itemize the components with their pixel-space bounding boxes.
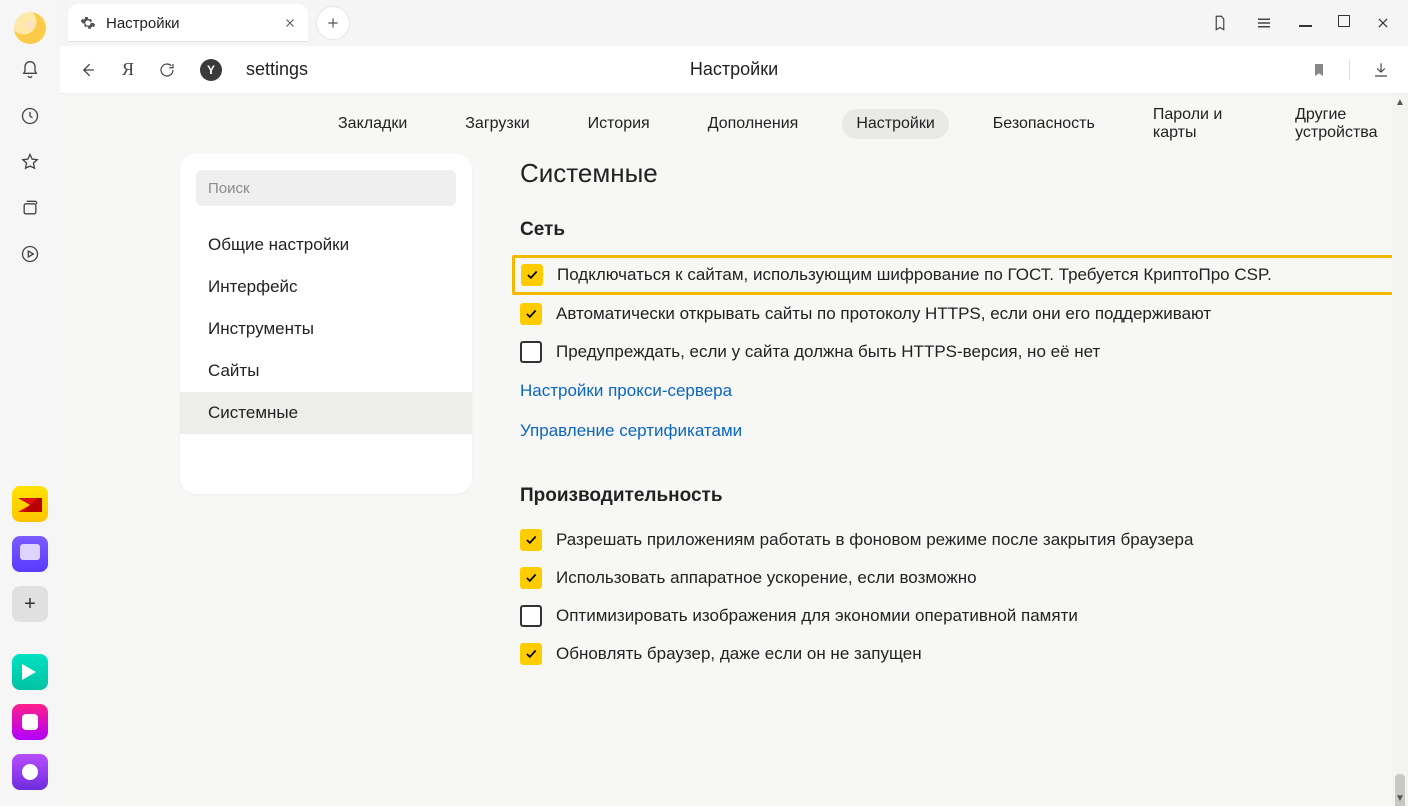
subnav-item[interactable]: Дополнения xyxy=(694,109,813,139)
link-row: Настройки прокси-сервера xyxy=(512,371,1408,411)
window-minimize-button[interactable] xyxy=(1299,14,1312,32)
browser-tab[interactable]: Настройки xyxy=(68,4,308,42)
checkbox[interactable] xyxy=(521,264,543,286)
settings-heading: Системные xyxy=(520,158,1408,189)
bookmark-flag-icon[interactable] xyxy=(1311,61,1327,79)
option-label: Обновлять браузер, даже если он не запущ… xyxy=(556,644,922,664)
link-row: Управление сертификатами xyxy=(512,411,1408,451)
settings-body: Системные Сеть Подключаться к сайтам, исп… xyxy=(512,154,1408,673)
checkbox[interactable] xyxy=(520,605,542,627)
add-app-tile[interactable]: + xyxy=(12,586,48,622)
collections-icon[interactable] xyxy=(10,188,50,228)
subnav-item[interactable]: Другие устройства xyxy=(1281,100,1408,148)
settings-nav-item[interactable]: Инструменты xyxy=(180,308,472,350)
page-title: Настройки xyxy=(690,59,778,80)
settings-nav-item[interactable]: Сайты xyxy=(180,350,472,392)
window-close-button[interactable] xyxy=(1376,16,1390,30)
option-label: Оптимизировать изображения для экономии … xyxy=(556,606,1078,626)
subnav-item[interactable]: Настройки xyxy=(842,109,948,139)
option-row[interactable]: Подключаться к сайтам, использующим шифр… xyxy=(512,255,1408,295)
music-app-tile[interactable] xyxy=(12,654,48,690)
option-label: Предупреждать, если у сайта должна быть … xyxy=(556,342,1100,362)
option-row[interactable]: Разрешать приложениям работать в фоновом… xyxy=(512,521,1408,559)
option-label: Разрешать приложениям работать в фоновом… xyxy=(556,530,1193,550)
subnav-item[interactable]: Пароли и карты xyxy=(1139,100,1251,148)
option-label: Использовать аппаратное ускорение, если … xyxy=(556,568,977,588)
option-label: Подключаться к сайтам, использующим шифр… xyxy=(557,265,1272,285)
subnav-item[interactable]: Закладки xyxy=(324,109,421,139)
bell-icon[interactable] xyxy=(10,50,50,90)
app-sidebar: + xyxy=(0,0,60,806)
subnav-item[interactable]: Загрузки xyxy=(451,109,543,139)
new-tab-button[interactable] xyxy=(316,6,350,40)
subnav-item[interactable]: Безопасность xyxy=(979,109,1109,139)
subnav-item[interactable]: История xyxy=(574,109,664,139)
divider xyxy=(1349,60,1350,80)
close-tab-icon[interactable] xyxy=(284,17,296,29)
settings-link[interactable]: Управление сертификатами xyxy=(520,421,742,440)
settings-nav-item[interactable]: Интерфейс xyxy=(180,266,472,308)
scroll-up-icon[interactable]: ▲ xyxy=(1392,94,1408,110)
checkbox[interactable] xyxy=(520,643,542,665)
settings-link[interactable]: Настройки прокси-сервера xyxy=(520,381,732,400)
tab-strip: Настройки xyxy=(60,0,1408,46)
address-bar: Я Y settings Настройки xyxy=(60,46,1408,94)
scrollbar[interactable]: ▲ ▼ xyxy=(1392,94,1408,806)
yandex-home-icon[interactable]: Я xyxy=(122,59,134,80)
bookmarks-bar-icon[interactable] xyxy=(1211,14,1229,32)
section-heading: Производительность xyxy=(520,485,1408,507)
option-row[interactable]: Обновлять браузер, даже если он не запущ… xyxy=(512,635,1408,673)
history-icon[interactable] xyxy=(10,96,50,136)
gear-icon xyxy=(80,15,96,31)
settings-nav-item[interactable]: Общие настройки xyxy=(180,224,472,266)
option-row[interactable]: Оптимизировать изображения для экономии … xyxy=(512,597,1408,635)
option-row[interactable]: Автоматически открывать сайты по протоко… xyxy=(512,295,1408,333)
scroll-down-icon[interactable]: ▼ xyxy=(1392,790,1408,806)
alice-app-tile[interactable] xyxy=(12,704,48,740)
star-icon[interactable] xyxy=(10,142,50,182)
back-icon[interactable] xyxy=(78,60,98,80)
mail-app-tile[interactable] xyxy=(12,486,48,522)
settings-subnav: Закладки Загрузки История Дополнения Настрой… xyxy=(60,94,1408,154)
profile-avatar[interactable] xyxy=(14,12,46,44)
checkbox[interactable] xyxy=(520,341,542,363)
window-controls xyxy=(1211,14,1408,32)
settings-side-panel: Общие настройкиИнтерфейсИнструментыСайты… xyxy=(180,154,472,494)
option-row[interactable]: Использовать аппаратное ускорение, если … xyxy=(512,559,1408,597)
settings-search[interactable] xyxy=(196,170,456,206)
checkbox[interactable] xyxy=(520,529,542,551)
option-label: Автоматически открывать сайты по протоко… xyxy=(556,304,1211,324)
reload-icon[interactable] xyxy=(158,61,176,79)
messenger-app-tile[interactable] xyxy=(12,536,48,572)
section-heading: Сеть xyxy=(520,219,1408,241)
tab-title: Настройки xyxy=(106,15,180,32)
checkbox[interactable] xyxy=(520,303,542,325)
settings-nav-item[interactable]: Системные xyxy=(180,392,472,434)
menu-icon[interactable] xyxy=(1255,14,1273,32)
checkbox[interactable] xyxy=(520,567,542,589)
address-text[interactable]: settings xyxy=(246,59,308,80)
option-row[interactable]: Предупреждать, если у сайта должна быть … xyxy=(512,333,1408,371)
downloads-icon[interactable] xyxy=(1372,61,1390,79)
search-input[interactable] xyxy=(208,180,444,197)
window-maximize-button[interactable] xyxy=(1338,14,1350,32)
play-icon[interactable] xyxy=(10,234,50,274)
assistant-app-tile[interactable] xyxy=(12,754,48,790)
site-badge-icon[interactable]: Y xyxy=(200,59,222,81)
